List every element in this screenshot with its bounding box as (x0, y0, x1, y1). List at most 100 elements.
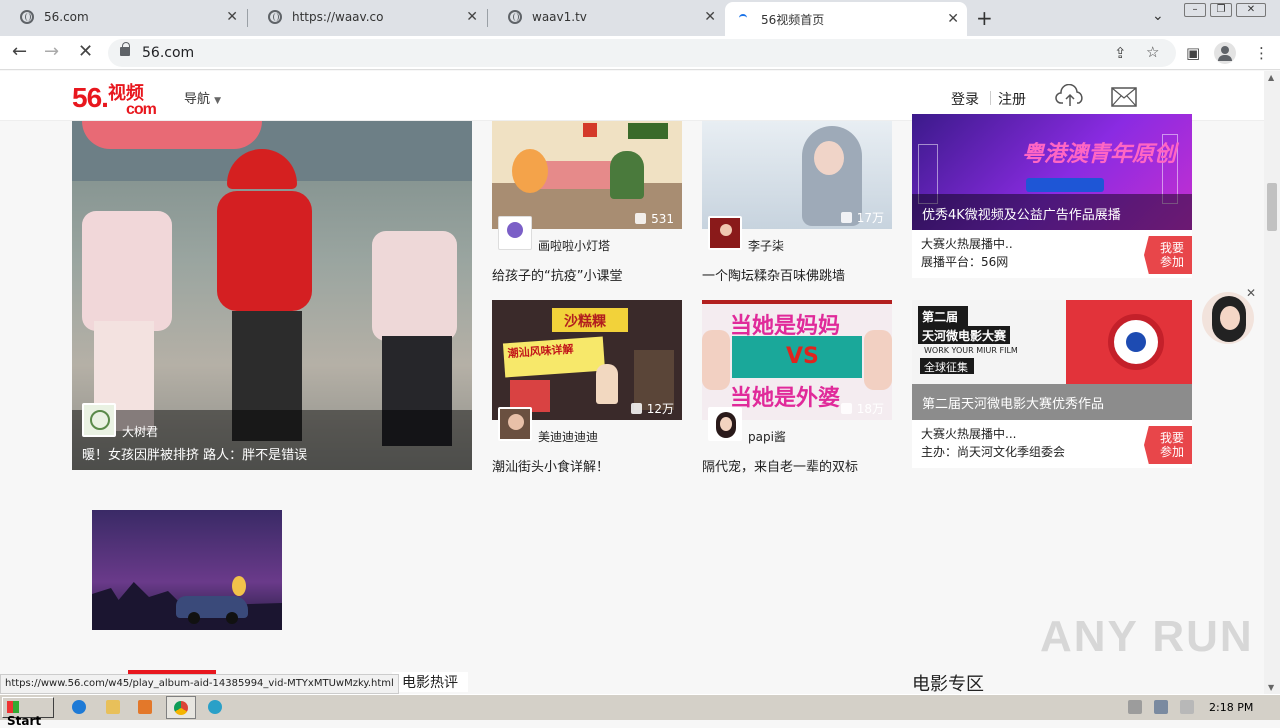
tab-56com[interactable]: 56.com ✕ (0, 0, 246, 34)
vendor-person-shape (596, 364, 618, 404)
author-avatar[interactable] (498, 216, 532, 250)
volume-icon[interactable] (1128, 700, 1142, 714)
play-count: 12万 (631, 400, 674, 417)
video-thumbnail[interactable]: 当她是妈妈 VS 当她是外婆 VS 18万 (702, 300, 892, 420)
clock: 2:18 PM (1209, 701, 1254, 714)
edge-icon[interactable] (208, 700, 222, 714)
bookmark-star-icon[interactable]: ☆ (1146, 43, 1159, 61)
back-arrow-icon[interactable]: ← (12, 41, 27, 62)
close-tab-icon[interactable]: ✕ (226, 9, 238, 25)
ad-banner[interactable]: 粤港澳青年原创 优秀4K微视频及公益广告作品展播 (912, 114, 1192, 230)
register-link[interactable]: 注册 (998, 89, 1026, 109)
close-tab-icon[interactable]: ✕ (704, 9, 716, 25)
site-logo[interactable]: 56.视频 com (72, 79, 157, 118)
tab-56-home[interactable]: 56视频首页 ✕ (725, 2, 967, 36)
page-scrollbar[interactable]: ▲ ▼ (1264, 71, 1280, 694)
video-thumbnail[interactable]: 沙糕粿 潮汕风味详解 12万 (492, 300, 682, 420)
author-avatar[interactable] (82, 403, 116, 437)
close-window-button[interactable]: ✕ (1236, 3, 1266, 17)
omnibox[interactable]: 56.com ⇪ ☆ (108, 39, 1176, 67)
film-review-tab[interactable]: 电影热评 (392, 672, 468, 692)
ad-line-2: 展播平台：56网 (921, 255, 1009, 269)
video-thumbnail[interactable] (92, 510, 282, 630)
video-author[interactable]: papi酱 (748, 428, 786, 445)
windows-taskbar: Start 2:18 PM (0, 694, 1280, 728)
close-widget-icon[interactable]: ✕ (1246, 286, 1256, 300)
video-title[interactable]: 给孩子的“抗疫”小课堂 (492, 265, 622, 284)
nav-dropdown[interactable]: 导航 ▼ (184, 88, 221, 107)
ad-line-1: 大赛火热展播中.. (921, 237, 1013, 251)
lock-icon[interactable] (120, 42, 130, 56)
browser-tab-bar: 56.com ✕ https://waav.co ✕ waav1.tv ✕ 56… (0, 0, 1280, 36)
video-author[interactable]: 画啦啦小灯塔 (538, 237, 610, 254)
menu-dots-icon[interactable]: ⋮ (1254, 44, 1269, 62)
video-title[interactable]: 一个陶坛糅杂百味佛跳墙 (702, 265, 845, 284)
browser-status-url: https://www.56.com/w45/play_album-aid-14… (0, 674, 399, 694)
play-count: 17万 (841, 209, 884, 226)
tab-search-chevron-icon[interactable]: ⌄ (1152, 8, 1164, 24)
woman-shape (702, 330, 730, 390)
play-count: 18万 (841, 400, 884, 417)
ad-line-1: 大赛火热展播中... (921, 427, 1017, 441)
side-panel-icon[interactable]: ▣ (1186, 44, 1200, 62)
join-button[interactable]: 我要参加 (1144, 426, 1192, 464)
new-tab-button[interactable]: + (976, 6, 993, 30)
scrollbar-thumb[interactable] (1267, 183, 1277, 231)
join-button[interactable]: 我要参加 (1144, 236, 1192, 274)
camera-lens-shape (1108, 314, 1164, 370)
profile-avatar-icon[interactable] (1214, 42, 1236, 64)
ad-banner-text: 粤港澳青年原创 (1022, 142, 1177, 167)
close-tab-icon[interactable]: ✕ (466, 9, 478, 25)
play-count: 531 (635, 212, 674, 226)
address-toolbar: ← → ✕ 56.com ⇪ ☆ ▣ ⋮ (0, 36, 1280, 70)
mail-icon[interactable] (1111, 87, 1137, 107)
restore-button[interactable]: ❐ (1210, 3, 1232, 17)
forward-arrow-icon[interactable]: → (44, 41, 59, 62)
flag-icon[interactable] (1180, 700, 1194, 714)
media-player-icon[interactable] (138, 700, 152, 714)
ad-info-panel: 大赛火热展播中... 主办：尚天河文化季组委会 我要参加 (912, 420, 1192, 468)
ad-line-2: 主办：尚天河文化季组委会 (921, 445, 1066, 459)
share-icon[interactable]: ⇪ (1114, 44, 1127, 62)
scroll-up-icon: ▲ (1268, 73, 1275, 82)
girl-left-shape (82, 211, 172, 331)
upload-cloud-icon[interactable] (1055, 84, 1085, 108)
scroll-down-icon: ▼ (1268, 683, 1275, 692)
network-icon[interactable] (1154, 700, 1168, 714)
stop-loading-icon[interactable]: ✕ (78, 41, 93, 62)
tab-waav[interactable]: https://waav.co ✕ (248, 0, 486, 34)
ad-banner[interactable]: 第二届 天河微电影大赛 WORK YOUR MIUR FILM 全球征集 第二届… (912, 300, 1192, 420)
author-avatar[interactable] (708, 407, 742, 441)
tab-waav1[interactable]: waav1.tv ✕ (488, 0, 724, 34)
cartoon-child-shape (610, 151, 644, 199)
caret-down-icon: ▼ (214, 96, 222, 106)
video-title[interactable]: 潮汕街头小食详解！ (492, 456, 609, 475)
umbrella-shape (82, 121, 262, 149)
fu-sign (583, 123, 597, 137)
chrome-taskbar-button[interactable] (166, 696, 196, 719)
video-author[interactable]: 美迪迪迪迪 (538, 428, 598, 445)
girl-right-shape (372, 231, 457, 341)
ad-info-panel: 大赛火热展播中.. 展播平台：56网 我要参加 (912, 230, 1192, 278)
globe-icon (508, 10, 522, 24)
featured-title: 暖！女孩因胖被排挤 路人：胖不是错误 (82, 448, 308, 463)
start-button[interactable]: Start (2, 697, 54, 728)
video-author[interactable]: 李子柒 (748, 237, 784, 254)
close-tab-icon[interactable]: ✕ (947, 11, 959, 27)
login-link[interactable]: 登录 (951, 89, 979, 109)
featured-author[interactable]: 大树君 (122, 423, 158, 440)
video-title[interactable]: 隔代宠，来自老一辈的双标 (702, 456, 858, 475)
featured-video-thumbnail[interactable]: 暖！女孩因胖被排挤 路人：胖不是错误 大树君 (72, 121, 472, 470)
minimize-button[interactable]: – (1184, 3, 1206, 17)
author-avatar[interactable] (498, 407, 532, 441)
author-avatar[interactable] (708, 216, 742, 250)
woman-shape (864, 330, 892, 390)
ie-icon[interactable] (72, 700, 86, 714)
ad-overlay-title: 优秀4K微视频及公益广告作品展播 (922, 208, 1121, 223)
video-thumbnail[interactable]: 17万 (702, 121, 892, 229)
video-thumbnail[interactable]: 531 (492, 121, 682, 229)
anyrun-watermark: ANY RUN (1040, 612, 1254, 661)
url-text[interactable]: 56.com (142, 45, 194, 61)
globe-icon (20, 10, 34, 24)
folder-icon[interactable] (106, 700, 120, 714)
